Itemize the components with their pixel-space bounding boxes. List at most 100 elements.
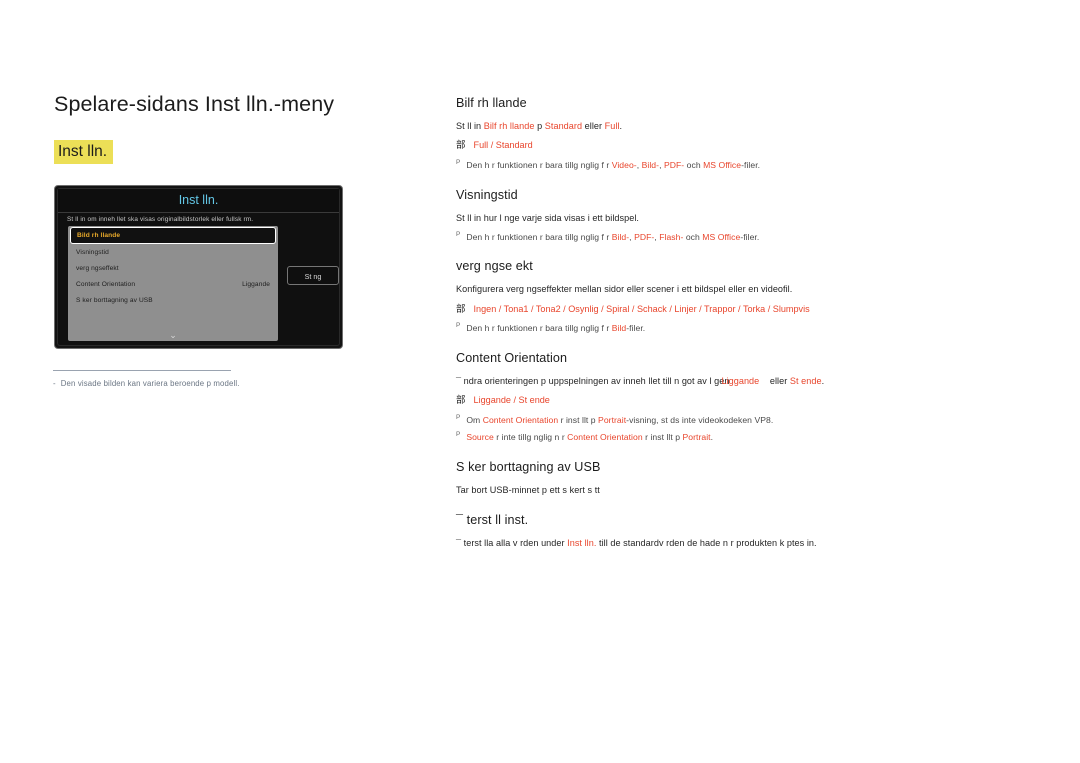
section-note: P Den h r funktionen r bara tillg nglig f…: [456, 159, 926, 171]
accent-term: Portrait: [598, 414, 627, 425]
body-text: och: [684, 160, 704, 171]
note-body: Den h r funktionen r bara tillg nglig f …: [466, 159, 760, 171]
accent-term: Source: [466, 432, 494, 443]
section-note: P Den h r funktionen r bara tillg nglig f…: [456, 322, 926, 334]
body-text: r inst llt p: [642, 432, 683, 443]
section-heading: S ker borttagning av USB: [456, 459, 601, 474]
section-note: P Om Content Orientation r inst llt p Por…: [456, 414, 926, 426]
osd-menu-item-label: verg ngseffekt: [76, 265, 119, 272]
body-text: St ll in hur l nge varje sida visas i et…: [456, 212, 639, 223]
body-text: eller: [767, 375, 790, 386]
section-chip-wrapper: Inst lln.: [54, 139, 394, 165]
doc-section: Content Orientation ¯ ndra orienteringen …: [456, 351, 926, 444]
osd-menu-item-label: Content Orientation: [76, 281, 136, 288]
footnote-block: - Den visade bilden kan variera beroende …: [53, 370, 373, 388]
section-heading: verg ngse ekt: [456, 259, 533, 274]
body-text: p: [534, 121, 545, 132]
body-text: Den h r funktionen r bara tillg nglig f …: [466, 323, 612, 334]
body-text: .: [619, 121, 623, 132]
body-text: Den h r funktionen r bara tillg nglig f …: [466, 231, 612, 242]
osd-description: St ll in om inneh llet ska visas origina…: [67, 216, 254, 223]
section-description: St ll in hur l nge varje sida visas i et…: [456, 212, 926, 225]
osd-menu-item-value: Liggande: [242, 281, 270, 288]
options-bullet-icon: 部: [456, 140, 466, 152]
section-options: 部 Full / Standard: [456, 139, 926, 153]
osd-title: Inst lln.: [58, 189, 339, 213]
note-body: Source r inte tillg nglig n r Content Or…: [466, 431, 713, 443]
options-values: Liggande / St ende: [473, 395, 550, 406]
accent-term: Portrait: [682, 432, 711, 443]
note-marker-icon: P: [456, 322, 461, 330]
accent-term: Content Orientation: [567, 432, 643, 443]
options-values: Full / Standard: [473, 140, 533, 151]
body-text: r inst llt p: [558, 414, 599, 425]
options-bullet-icon: 部: [456, 303, 466, 315]
accent-term: Bild-: [611, 231, 630, 242]
body-text: Konfigurera verg ngseffekter mellan sido…: [456, 284, 793, 295]
note-marker-icon: P: [456, 431, 461, 439]
body-text: ¯ ndra orienteringen p uppspelningen av …: [456, 375, 730, 386]
osd-menu-list[interactable]: Bild rh llande Visningstid verg ngseffekt…: [68, 226, 278, 341]
osd-close-button[interactable]: St ng: [287, 266, 339, 285]
doc-section: Bilf rh llande St ll in Bilf rh llande p …: [456, 96, 926, 172]
osd-menu-item[interactable]: Content Orientation Liggande: [68, 277, 278, 293]
osd-inner-frame: Inst lln. St ll in om inneh llet ska vis…: [57, 188, 340, 346]
body-text: Om: [466, 414, 483, 425]
section-options: 部 Liggande / St ende: [456, 394, 926, 408]
body-text: -filer.: [626, 323, 646, 334]
body-text: -visning, st ds inte videokodeken VP8.: [626, 414, 774, 425]
body-text: Tar bort USB-minnet p ett s kert s tt: [456, 484, 600, 495]
accent-term: Standard: [544, 121, 583, 132]
doc-section: S ker borttagning av USB Tar bort USB-min…: [456, 460, 926, 497]
body-text: eller: [582, 121, 605, 132]
note-marker-icon: P: [456, 413, 461, 421]
section-heading: ¯ terst ll inst.: [456, 512, 529, 527]
body-text: till de standardv rden de hade n r produ…: [596, 538, 817, 549]
section-heading: Content Orientation: [456, 350, 568, 365]
doc-section: ¯ terst ll inst. ¯ terst lla alla v rden …: [456, 513, 926, 550]
left-column: Spelare-sidans Inst lln.-meny Inst lln.: [54, 92, 394, 165]
accent-term: PDF-: [663, 160, 685, 171]
accent-term: Video-: [611, 160, 637, 171]
section-note: P Den h r funktionen r bara tillg nglig f…: [456, 231, 926, 243]
section-description: St ll in Bilf rh llande p Standard eller…: [456, 120, 926, 133]
body-text: St ll in: [456, 121, 484, 132]
osd-menu-item-label: Visningstid: [76, 249, 109, 256]
note-marker-icon: P: [456, 230, 461, 238]
body-text: -filer.: [740, 231, 760, 242]
accent-term: Full: [604, 121, 620, 132]
section-description: Tar bort USB-minnet p ett s kert s tt: [456, 484, 926, 497]
accent-term: MS Office: [702, 231, 741, 242]
footnote-dash: -: [53, 379, 56, 388]
osd-menu-item[interactable]: Visningstid: [68, 245, 278, 261]
osd-menu-item[interactable]: Bild rh llande: [70, 227, 276, 244]
osd-menu-item[interactable]: S ker borttagning av USB: [68, 293, 278, 309]
options-values: Ingen / Tona1 / Tona2 / Osynlig / Spiral…: [473, 303, 810, 314]
options-bullet-icon: 部: [456, 395, 466, 407]
right-column-sections: Bilf rh llande St ll in Bilf rh llande p …: [456, 96, 926, 566]
body-text: r inte tillg nglig n r: [493, 432, 568, 443]
section-description: ¯ terst lla alla v rden under Inst lln. …: [456, 537, 926, 550]
section-note: P Source r inte tillg nglig n r Content O…: [456, 431, 926, 443]
accent-term: Bild-: [641, 160, 660, 171]
body-text: och: [683, 231, 703, 242]
section-chip-installningar: Inst lln.: [54, 139, 114, 165]
note-marker-icon: P: [456, 159, 461, 167]
accent-term: Bilf rh llande: [483, 121, 535, 132]
accent-term: Flash-: [659, 231, 684, 242]
body-text: .: [821, 375, 825, 386]
accent-term: Inst lln.: [567, 538, 597, 549]
section-heading: Bilf rh llande: [456, 96, 527, 110]
body-text: -filer.: [741, 160, 761, 171]
page-title: Spelare-sidans Inst lln.-meny: [54, 92, 335, 116]
osd-menu-item-label: S ker borttagning av USB: [76, 297, 153, 304]
body-text: ¯ terst lla alla v rden under: [456, 538, 568, 549]
osd-menu-item[interactable]: verg ngseffekt: [68, 261, 278, 277]
section-heading: Visningstid: [456, 187, 518, 202]
section-description: ¯ ndra orienteringen p uppspelningen av …: [456, 375, 926, 388]
section-description: Konfigurera verg ngseffekter mellan sido…: [456, 283, 926, 296]
footnote-text: - Den visade bilden kan variera beroende …: [53, 379, 373, 388]
osd-menu-item-label: Bild rh llande: [77, 232, 121, 239]
body-text: .: [710, 432, 714, 443]
chevron-down-icon[interactable]: ⌄: [68, 330, 278, 340]
